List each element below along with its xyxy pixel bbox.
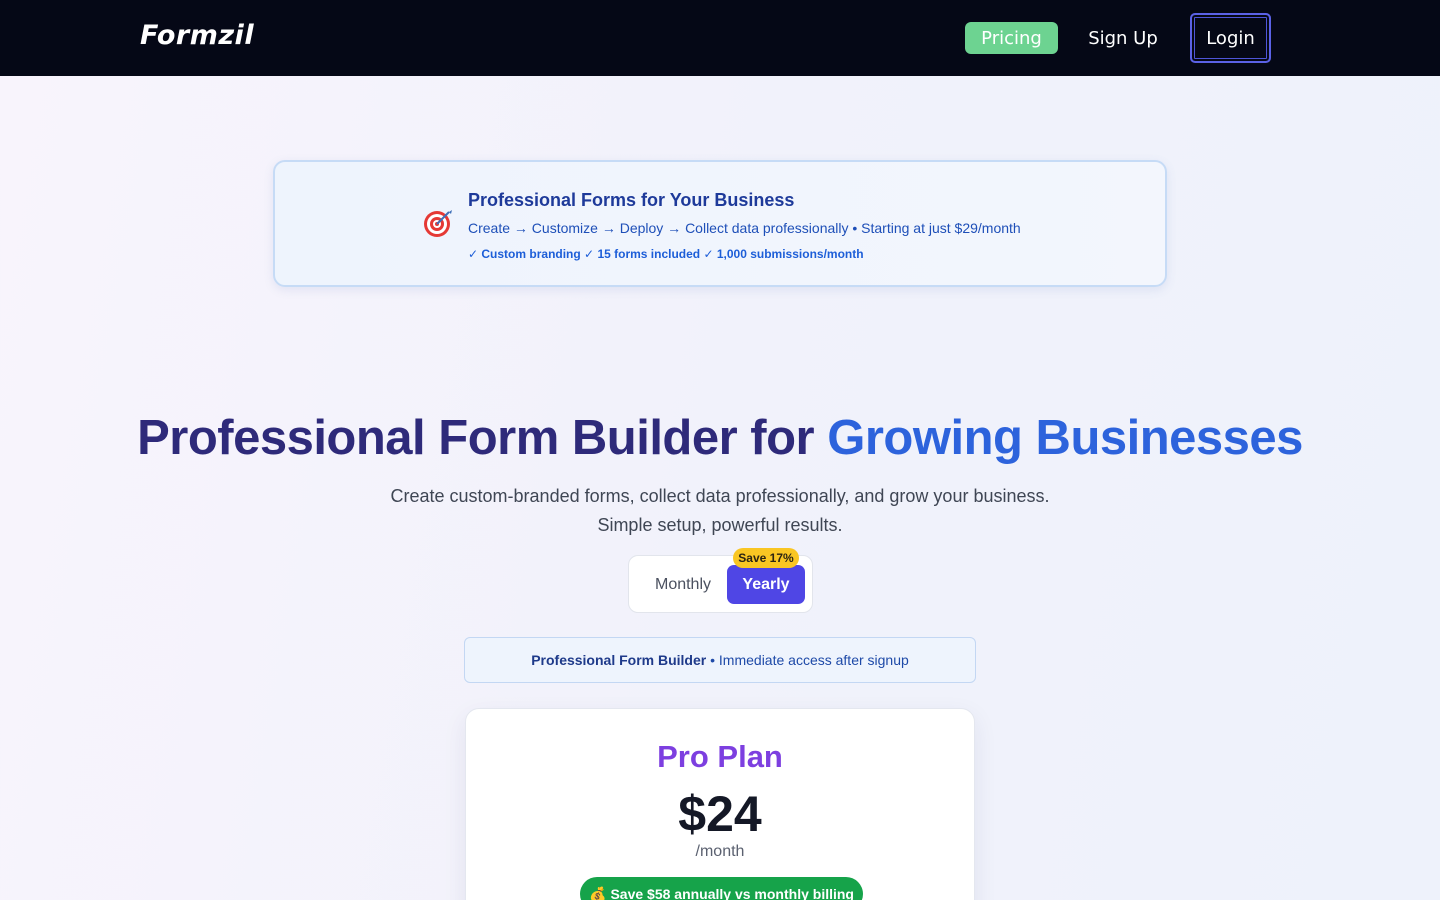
money-bag-icon: 💰 [589,885,607,900]
hero-subtitle: Create custom-branded forms, collect dat… [0,482,1440,540]
logo[interactable]: Formzil [140,20,254,51]
target-icon [424,210,452,237]
hero-subtitle-line2: Simple setup, powerful results. [597,515,843,535]
plan-price: $24 [678,786,762,842]
banner-title: Professional Forms for Your Business [468,190,795,210]
toggle-monthly[interactable]: Monthly [639,566,727,604]
save-badge: Save 17% [733,548,799,568]
hero-title-accent: Growing Businesses [827,411,1303,465]
info-box-text: • Immediate access after signup [706,652,909,668]
hero-title-main: Professional Form Builder for [137,411,828,465]
plan-save-text: Save $58 annually vs monthly billing [610,886,854,900]
toggle-yearly[interactable]: Yearly [727,565,805,604]
billing-toggle: Monthly Yearly Save 17% [628,548,813,613]
info-box-strong: Professional Form Builder [531,652,707,668]
plan-name: Pro Plan [657,739,783,774]
plan-save-badge: 💰 Save $58 annually vs monthly billing [580,877,863,900]
login-button[interactable]: Login [1190,13,1271,63]
nav-signup-link[interactable]: Sign Up [1078,22,1168,54]
hero-subtitle-line1: Create custom-branded forms, collect dat… [390,486,1050,506]
plan-period: /month [695,843,745,860]
top-navbar: Formzil Pricing Sign Up Login [0,0,1440,76]
nav-pricing-link[interactable]: Pricing [965,22,1058,54]
hero-title: Professional Form Builder for Growing Bu… [0,410,1440,466]
banner-features: ✓ Custom branding ✓ 15 forms included ✓ … [468,247,864,261]
pro-plan-card: Pro Plan $24 /month 💰 Save $58 annually … [465,708,975,900]
banner-subtitle: Create → Customize → Deploy → Collect da… [468,220,1021,236]
info-box: Professional Form Builder • Immediate ac… [464,637,976,683]
promo-banner: Professional Forms for Your Business Cre… [273,160,1167,287]
